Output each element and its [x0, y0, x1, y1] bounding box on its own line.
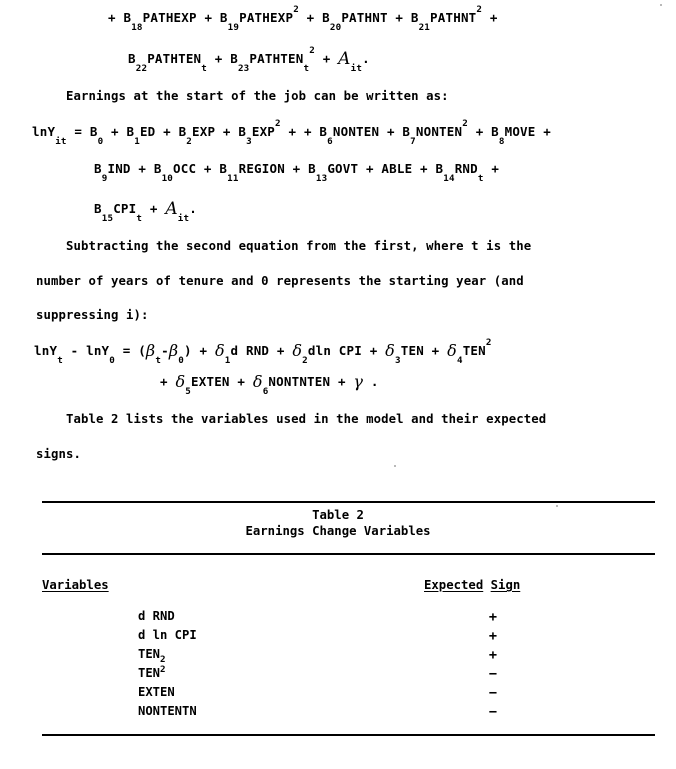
table-row-sign: +	[488, 628, 498, 644]
table-row-variable: EXTEN	[138, 685, 175, 699]
column-header-expected-text: Expected	[424, 578, 484, 592]
scanned-page: + B18PATHEXP + B19PATHEXP2 + B20PATHNT +…	[0, 0, 676, 769]
scan-speck	[556, 505, 558, 507]
paragraph-subtracting-line-2: number of years of tenure and 0 represen…	[36, 274, 524, 288]
table-row-variable: TEN2	[138, 647, 166, 665]
equation-2-line-1: lnYit = B0 + B1ED + B2EXP + B3EXP2 + + B…	[32, 117, 551, 147]
table-row-sign: −	[488, 685, 498, 701]
table-row-variable: TEN2	[138, 664, 166, 680]
equation-2-line-2: B9IND + B10OCC + B11REGION + B13GOVT + A…	[94, 161, 500, 184]
paragraph-earnings-start: Earnings at the start of the job can be …	[66, 89, 449, 103]
paragraph-subtracting-line-3: suppressing i):	[36, 308, 149, 322]
paragraph-subtracting-line-1: Subtracting the second equation from the…	[66, 239, 532, 253]
table-row-sign: +	[488, 647, 498, 663]
table-row-sign: −	[488, 704, 498, 720]
table-row-sign: −	[488, 666, 498, 682]
paragraph-table2-intro-line-2: signs.	[36, 447, 82, 461]
table-rule-middle	[42, 553, 655, 556]
column-header-variables: Variables	[42, 578, 109, 592]
table-row-sign: +	[488, 609, 498, 625]
paragraph-table2-intro-line-1: Table 2 lists the variables used in the …	[66, 412, 547, 426]
equation-continuation-line-2: B22PATHTENt + B23PATHTENt2 + 𝐴it.	[128, 44, 370, 74]
equation-continuation-line-1: + B18PATHEXP + B19PATHEXP2 + B20PATHNT +…	[108, 3, 498, 33]
table-row-variable: d ln CPI	[138, 628, 197, 642]
column-header-variables-text: Variables	[42, 578, 109, 592]
column-header-expected-sign: Expected Sign	[424, 578, 520, 592]
table-row-variable: d RND	[138, 609, 175, 623]
column-header-sign-text: Sign	[490, 578, 521, 592]
table-title: Table 2	[312, 508, 364, 522]
table-rule-top	[42, 501, 655, 504]
table-rule-bottom	[42, 734, 655, 737]
scan-speck	[394, 465, 396, 467]
table-subtitle: Earnings Change Variables	[245, 524, 431, 538]
table-row-variable: NONTENTN	[138, 704, 197, 718]
equation-3-line-2: + δ5EXTEN + δ6NONTNTEN + γ .	[160, 372, 379, 397]
equation-2-line-3: B15CPIt + 𝐴it.	[94, 199, 197, 224]
equation-3-line-1: lnYt - lnY0 = (βt-β0) + δ1d RND + δ2dln …	[34, 336, 492, 366]
scan-speck	[660, 4, 662, 6]
